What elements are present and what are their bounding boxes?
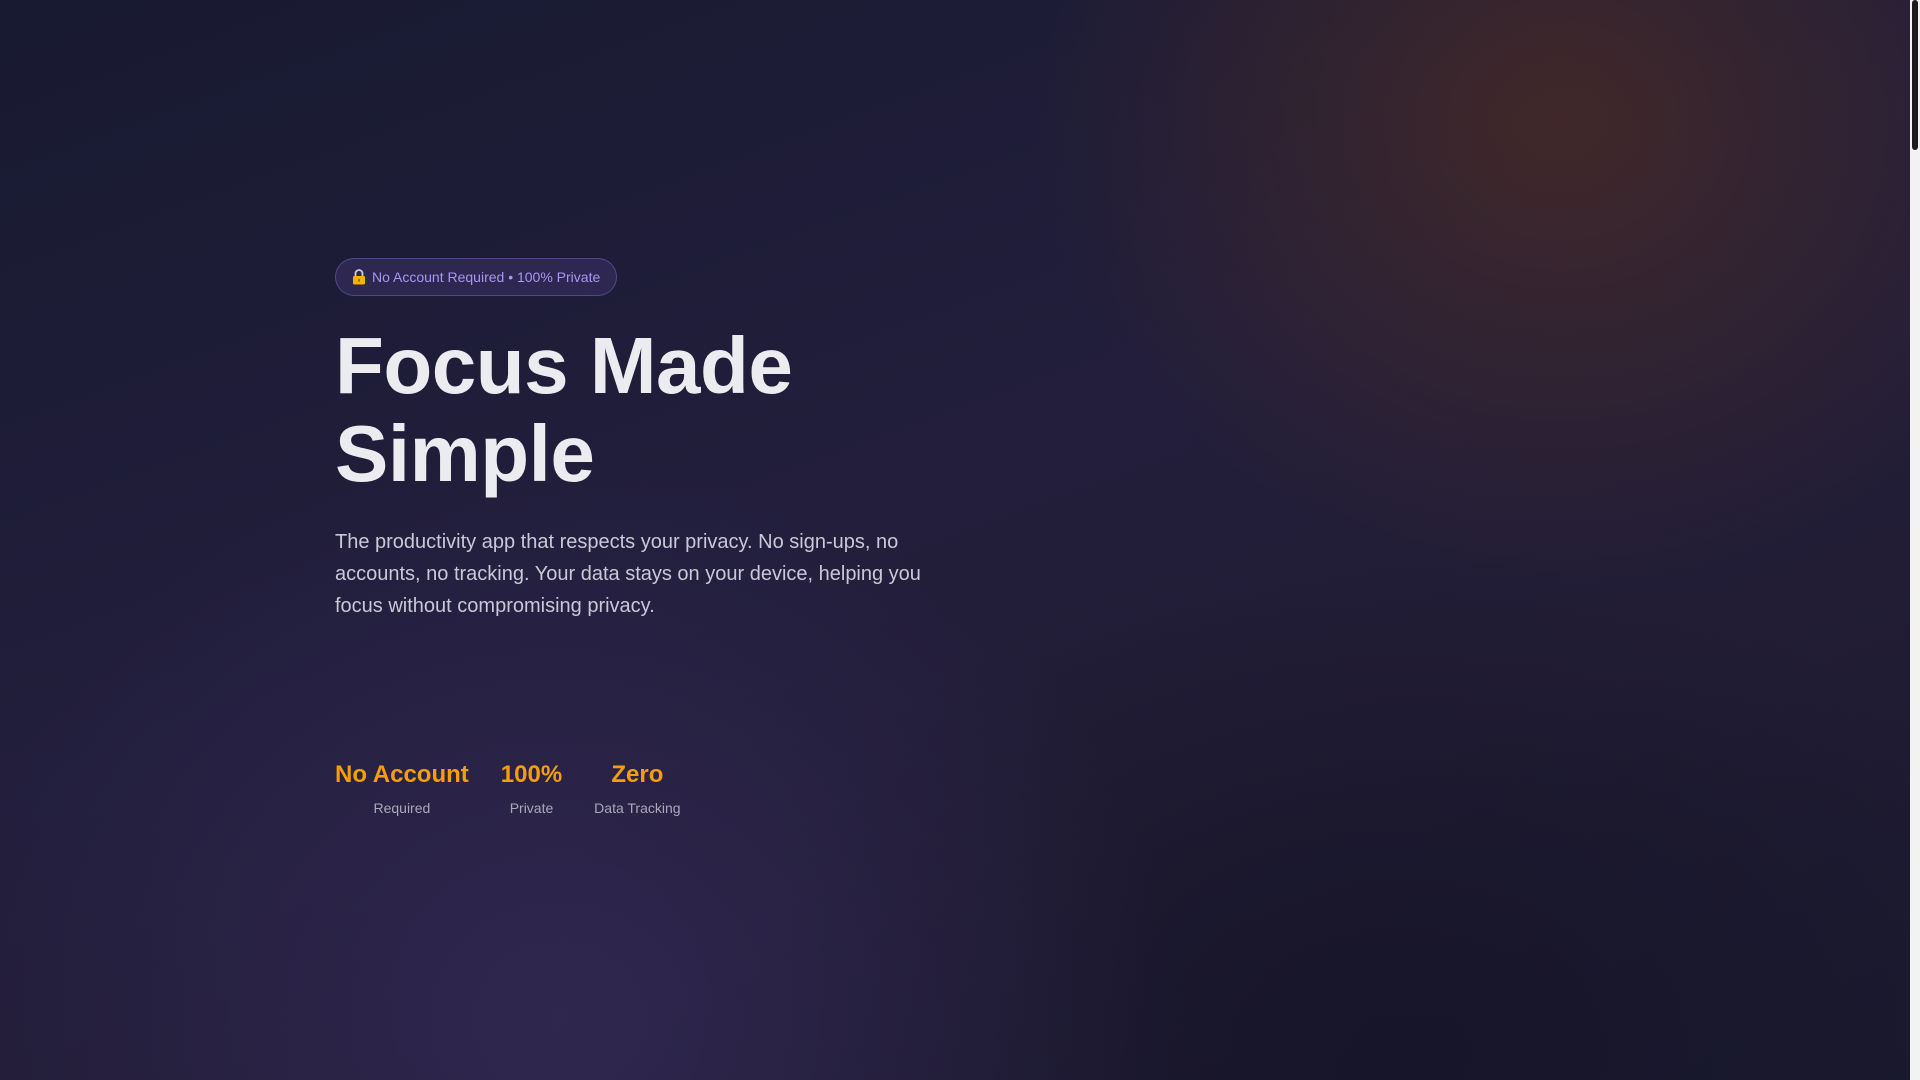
stat-no-account: No Account Required	[335, 760, 469, 816]
lock-icon	[352, 269, 366, 285]
hero-section: No Account Required • 100% Private Focus…	[335, 258, 935, 622]
page-viewport: No Account Required • 100% Private Focus…	[0, 0, 1910, 1080]
stat-value: Zero	[611, 761, 664, 788]
stat-value: 100%	[500, 761, 563, 788]
page-title-line-1: Focus Made	[335, 321, 793, 410]
page-title-line-2: Simple	[335, 409, 595, 498]
privacy-badge: No Account Required • 100% Private	[335, 258, 618, 296]
stat-label: Private	[509, 800, 554, 816]
stat-label: Data Tracking	[594, 800, 681, 816]
privacy-badge-text: No Account Required • 100% Private	[372, 269, 601, 285]
stat-value: No Account	[335, 761, 469, 788]
hero-description: The productivity app that respects your …	[335, 531, 921, 617]
stat-private: 100% Private	[501, 760, 562, 816]
stats-row: No Account Required 100% Private Zero Da…	[335, 760, 681, 816]
stat-zero-tracking: Zero Data Tracking	[594, 760, 680, 816]
vertical-scrollbar[interactable]	[1910, 0, 1920, 1080]
scrollbar-thumb[interactable]	[1912, 0, 1918, 150]
page-title: Focus Made Simple	[335, 322, 935, 498]
stat-label: Required	[373, 800, 431, 816]
